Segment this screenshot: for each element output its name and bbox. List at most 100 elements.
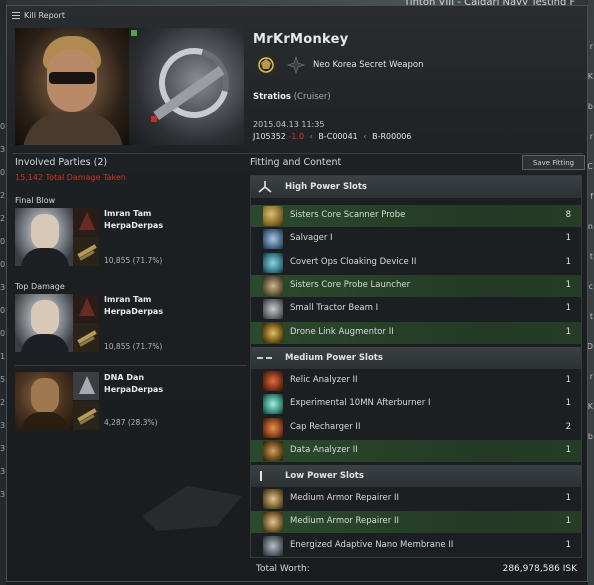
- module-row[interactable]: Drone Link Augmentor II 1: [251, 322, 581, 344]
- alliance-logo-icon[interactable]: [287, 56, 305, 74]
- victim-name[interactable]: MrKrMonkey: [253, 32, 349, 47]
- module-row[interactable]: Experimental 10MN Afterburner I 1: [251, 393, 581, 415]
- constellation-link[interactable]: B-C00041: [318, 132, 357, 141]
- attacker-portrait[interactable]: [15, 208, 73, 266]
- left-mark: 3: [0, 421, 6, 430]
- module-row[interactable]: Cap Recharger II 2: [251, 417, 581, 439]
- attacker-weapon-icon[interactable]: [73, 323, 99, 352]
- module-row[interactable]: Covert Ops Cloaking Device II 1: [251, 252, 581, 274]
- right-mark: f: [590, 192, 593, 201]
- victim-ship-name[interactable]: Stratios: [253, 92, 291, 102]
- corporation-logo-icon[interactable]: [255, 55, 277, 75]
- module-name: Energized Adaptive Nano Membrane II: [290, 540, 454, 550]
- module-quantity: 1: [565, 516, 571, 526]
- attacker-name[interactable]: Imran Tam: [104, 294, 151, 306]
- victim-ship-render[interactable]: [129, 28, 244, 145]
- module-row[interactable]: Salvager I 1: [251, 228, 581, 250]
- module-quantity: 1: [565, 257, 571, 267]
- module-row[interactable]: Data Analyzer II 1: [251, 440, 581, 462]
- window-title: Kill Report: [24, 10, 65, 20]
- module-name: Sisters Core Scanner Probe: [290, 210, 406, 220]
- data-analyzer-icon: [263, 441, 283, 461]
- attacker-damage: 4,287 (28.3%): [104, 418, 158, 427]
- module-name: Covert Ops Cloaking Device II: [290, 257, 417, 267]
- tractor-icon: [263, 299, 283, 319]
- victim-corporation[interactable]: Neo Korea Secret Weapon: [313, 60, 424, 70]
- high-slot-icon: [257, 181, 273, 193]
- module-name: Medium Armor Repairer II: [290, 493, 399, 503]
- total-worth-label: Total Worth:: [256, 564, 310, 574]
- total-worth-value: 286,978,586 ISK: [502, 564, 577, 574]
- right-mark: n: [587, 222, 593, 231]
- attacker-weapon-icon[interactable]: [73, 237, 99, 266]
- salvager-icon: [263, 229, 283, 249]
- probe-icon: [263, 206, 283, 226]
- background-ship-watermark: [142, 486, 242, 531]
- cloak-icon: [263, 253, 283, 273]
- module-row[interactable]: Sisters Core Probe Launcher 1: [251, 275, 581, 297]
- module-row[interactable]: Energized Adaptive Nano Membrane II 1: [251, 535, 581, 557]
- left-mark: 0: [0, 329, 6, 338]
- attacker-ship-icon[interactable]: [73, 208, 99, 236]
- slot-group-header[interactable]: Low Power Slots: [251, 465, 581, 487]
- total-damage-taken: 15,142 Total Damage Taken: [15, 173, 126, 182]
- module-name: Experimental 10MN Afterburner I: [290, 398, 431, 408]
- low-slot-icon: [257, 470, 273, 482]
- victim-ship-class: (Cruiser): [293, 92, 331, 102]
- module-quantity: 1: [565, 303, 571, 313]
- window-titlebar[interactable]: Kill Report: [7, 6, 587, 24]
- right-mark: C: [587, 162, 593, 171]
- slot-group-header[interactable]: Medium Power Slots: [251, 347, 581, 369]
- save-fitting-button[interactable]: Save Fitting: [522, 155, 585, 170]
- involved-parties-header: Involved Parties (2): [15, 157, 108, 168]
- slot-group-title: Medium Power Slots: [285, 353, 383, 363]
- module-row[interactable]: Medium Armor Repairer II 1: [251, 511, 581, 533]
- module-quantity: 1: [565, 540, 571, 550]
- security-status: -1.0: [288, 132, 305, 141]
- module-row[interactable]: Relic Analyzer II 1: [251, 370, 581, 392]
- left-mark: 3: [0, 444, 6, 453]
- module-name: Medium Armor Repairer II: [290, 516, 399, 526]
- module-name: Salvager I: [290, 233, 333, 243]
- attacker-ship-icon[interactable]: [73, 294, 99, 322]
- right-mark: K: [587, 72, 593, 81]
- right-mark: K: [587, 402, 593, 411]
- window-menu-icon[interactable]: [12, 11, 20, 19]
- attacker-name[interactable]: DNA Dan: [104, 372, 144, 384]
- attacker-corporation[interactable]: HerpaDerpas: [104, 306, 163, 318]
- module-row[interactable]: Small Tractor Beam I 1: [251, 298, 581, 320]
- slot-group-header[interactable]: High Power Slots: [251, 176, 581, 198]
- module-row[interactable]: Medium Armor Repairer II 1: [251, 488, 581, 510]
- module-quantity: 1: [565, 493, 571, 503]
- victim-portrait[interactable]: [15, 28, 129, 145]
- fitting-list[interactable]: High Power Slots Sisters Core Scanner Pr…: [250, 175, 582, 558]
- armor-repairer-icon: [263, 489, 283, 509]
- attacker-corporation[interactable]: HerpaDerpas: [104, 220, 163, 232]
- left-mark: 3: [0, 283, 6, 292]
- module-quantity: 2: [565, 422, 571, 432]
- module-name: Sisters Core Probe Launcher: [290, 280, 411, 290]
- left-mark: 3: [0, 145, 6, 154]
- left-mark: 5: [0, 375, 6, 384]
- right-mark: b: [587, 432, 593, 441]
- left-mark: 0: [0, 122, 6, 131]
- module-row[interactable]: Sisters Core Scanner Probe 8: [251, 205, 581, 227]
- region-link[interactable]: B-R00006: [372, 132, 411, 141]
- attacker-portrait[interactable]: [15, 294, 73, 352]
- left-mark: 0: [0, 237, 6, 246]
- attacker-portrait[interactable]: [15, 372, 73, 430]
- attacker-ship-icon[interactable]: [73, 372, 99, 400]
- right-mark: t: [589, 312, 593, 321]
- left-mark: 3: [0, 490, 6, 499]
- attacker-corporation[interactable]: HerpaDerpas: [104, 384, 163, 396]
- drone-link-icon: [263, 323, 283, 343]
- right-mark: r: [589, 42, 593, 51]
- right-mark: b: [587, 102, 593, 111]
- solar-system-link[interactable]: J105352: [253, 132, 286, 141]
- attacker-name[interactable]: Imran Tam: [104, 208, 151, 220]
- armor-repairer-icon: [263, 512, 283, 532]
- module-quantity: 1: [565, 375, 571, 385]
- left-mark: 0: [0, 260, 6, 269]
- attacker-weapon-icon[interactable]: [73, 401, 99, 430]
- attacker-damage: 10,855 (71.7%): [104, 342, 163, 351]
